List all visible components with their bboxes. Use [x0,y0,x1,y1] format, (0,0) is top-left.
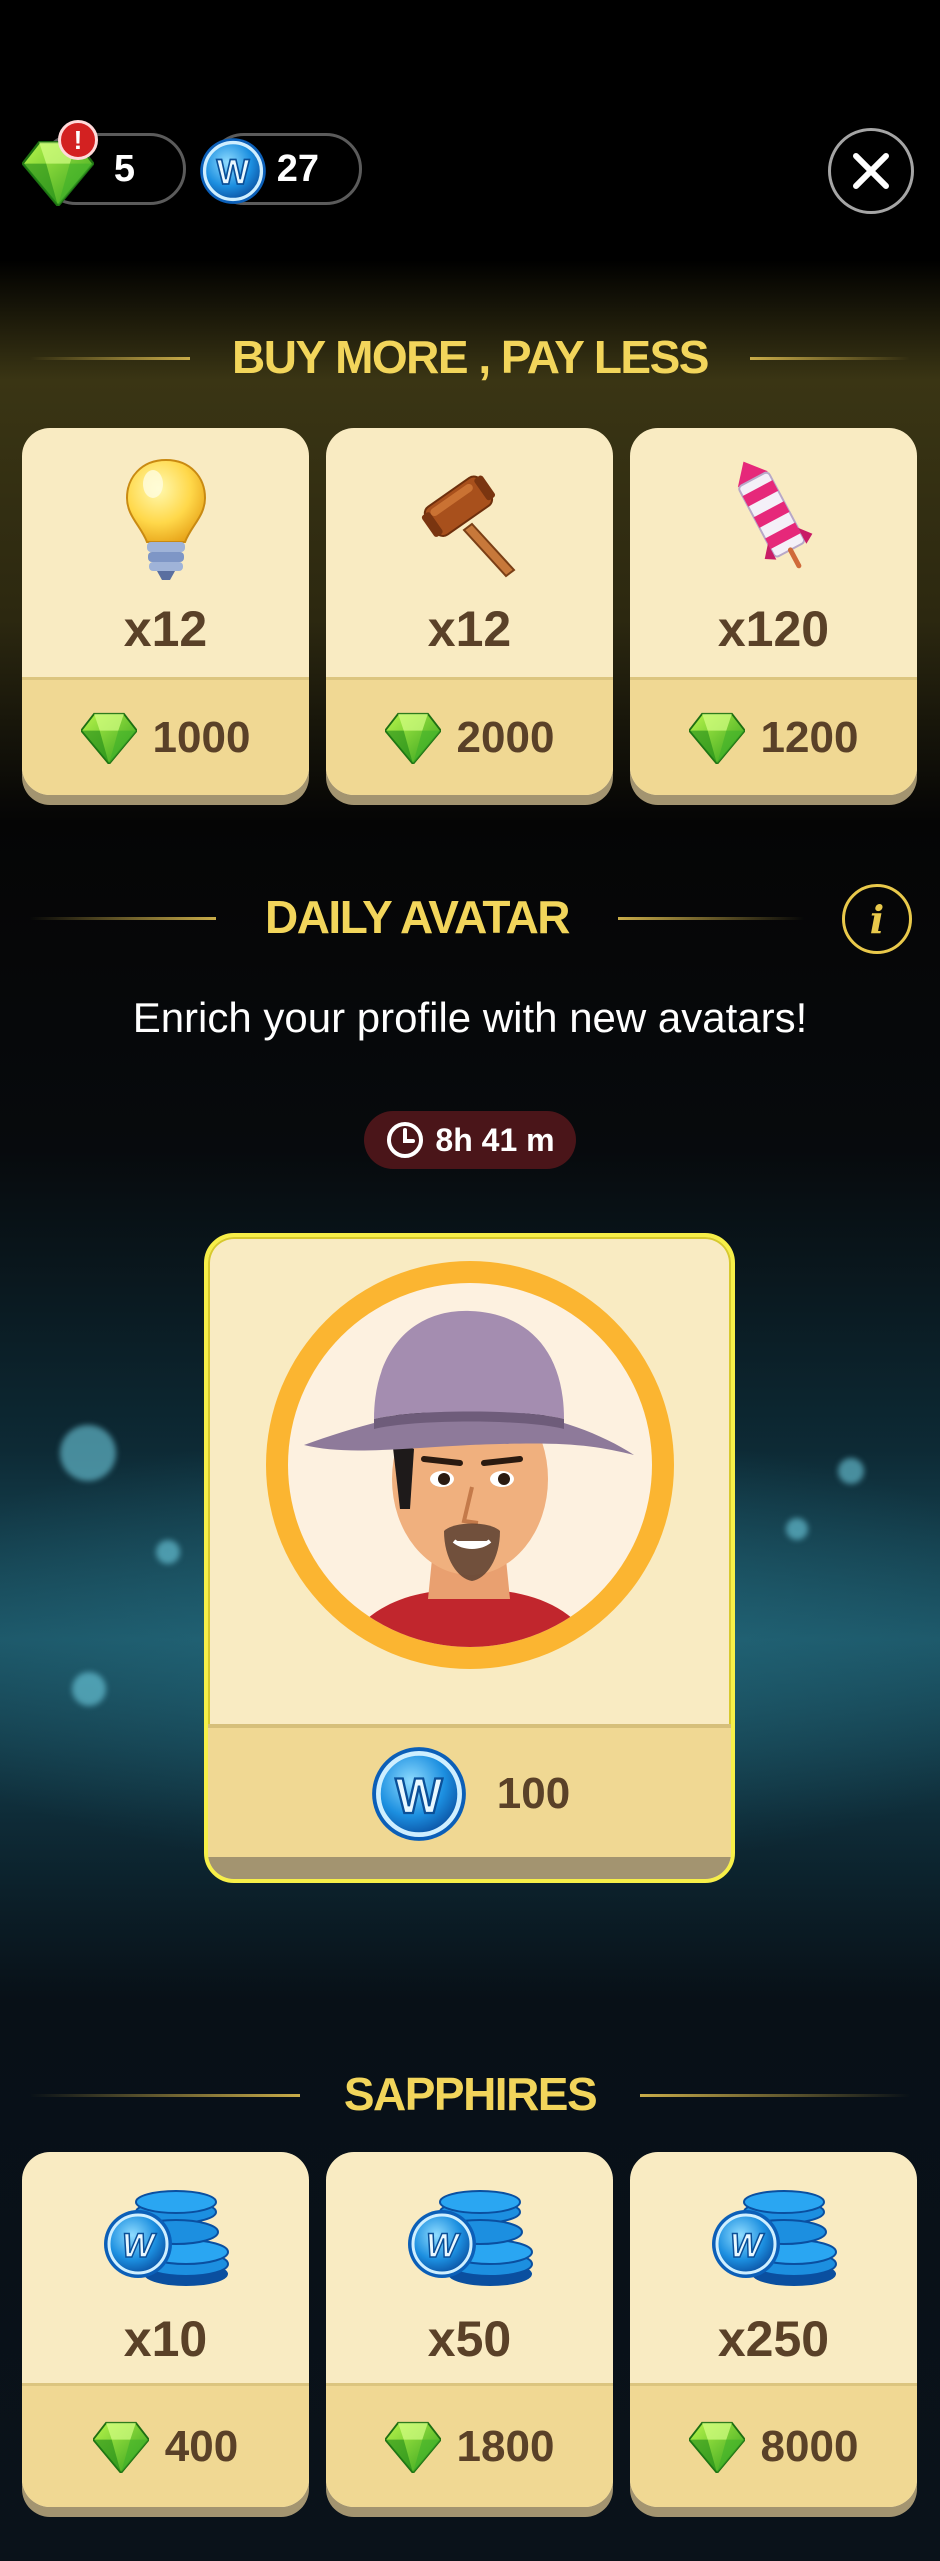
price-bar: 1000 [22,677,309,795]
item-price: 1000 [152,712,251,762]
bokeh-light [786,1518,808,1540]
close-button[interactable] [828,128,914,214]
bokeh-light [60,1425,116,1481]
gem-count: 5 [113,147,135,190]
firework-rocket-icon [737,461,812,569]
gem-icon [689,712,745,764]
divider-line [30,357,190,360]
gem-icon [93,2421,149,2473]
close-icon [853,153,889,189]
price-bar: 100 [208,1724,731,1879]
item-quantity: x50 [427,2311,512,2367]
gem-icon [385,2421,441,2473]
info-button[interactable]: i [842,884,912,954]
shop-item-hints[interactable]: x12 1000 [22,428,309,795]
shop-item-rockets[interactable]: x120 1200 [630,428,917,795]
w-coin-icon [198,136,268,206]
divider-line [640,2094,910,2097]
daily-avatar-title: DAILY AVATAR [264,891,571,943]
item-quantity: x12 [427,601,512,657]
gem-icon [385,712,441,764]
divider-line [750,357,910,360]
coin-stack-icon [96,2182,236,2292]
alert-badge: ! [58,120,98,160]
shop-item-hammers[interactable]: x12 2000 [326,428,613,795]
w-coin-icon [369,1744,469,1844]
countdown-timer: 8h 41 m [364,1111,576,1169]
item-price: 8000 [760,2421,859,2471]
shop-item-sapphires-50[interactable]: x50 1800 [326,2152,613,2507]
price-bar: 2000 [326,677,613,795]
divider-line [30,917,216,920]
item-price: 1800 [456,2421,555,2471]
price-bar: 8000 [630,2383,917,2507]
coin-stack-icon [704,2182,844,2292]
divider-line [30,2094,300,2097]
gem-icon [81,712,137,764]
item-quantity: x10 [123,2311,208,2367]
item-quantity: x250 [717,2311,830,2367]
divider-line [618,917,804,920]
item-quantity: x120 [717,601,830,657]
bokeh-light [838,1458,864,1484]
bokeh-light [156,1540,180,1564]
sapphires-title: SAPPHIRES [343,2068,598,2120]
bokeh-light [72,1672,106,1706]
price-bar: 1800 [326,2383,613,2507]
price-bar: 1200 [630,677,917,795]
daily-avatar-card[interactable]: 100 [204,1233,735,1883]
info-icon: i [869,896,885,942]
gem-icon [689,2421,745,2473]
item-price: 400 [164,2421,239,2471]
avatar-price: 100 [496,1768,571,1818]
daily-avatar-subtitle: Enrich your profile with new avatars! [132,994,808,1041]
coin-stack-icon [400,2182,540,2292]
clock-icon [387,1122,424,1158]
lightbulb-icon [125,458,206,580]
cowboy-avatar-icon [266,1261,674,1669]
price-bar: 400 [22,2383,309,2507]
item-price: 1200 [760,712,859,762]
item-quantity: x12 [123,601,208,657]
coin-count: 27 [276,147,319,190]
shop-item-sapphires-250[interactable]: x250 8000 [630,2152,917,2507]
hammer-icon [421,475,515,578]
item-price: 2000 [456,712,555,762]
buy-more-title: BUY MORE , PAY LESS [232,331,709,383]
shop-item-sapphires-10[interactable]: x10 400 [22,2152,309,2507]
timer-text: 8h 41 m [435,1121,555,1158]
